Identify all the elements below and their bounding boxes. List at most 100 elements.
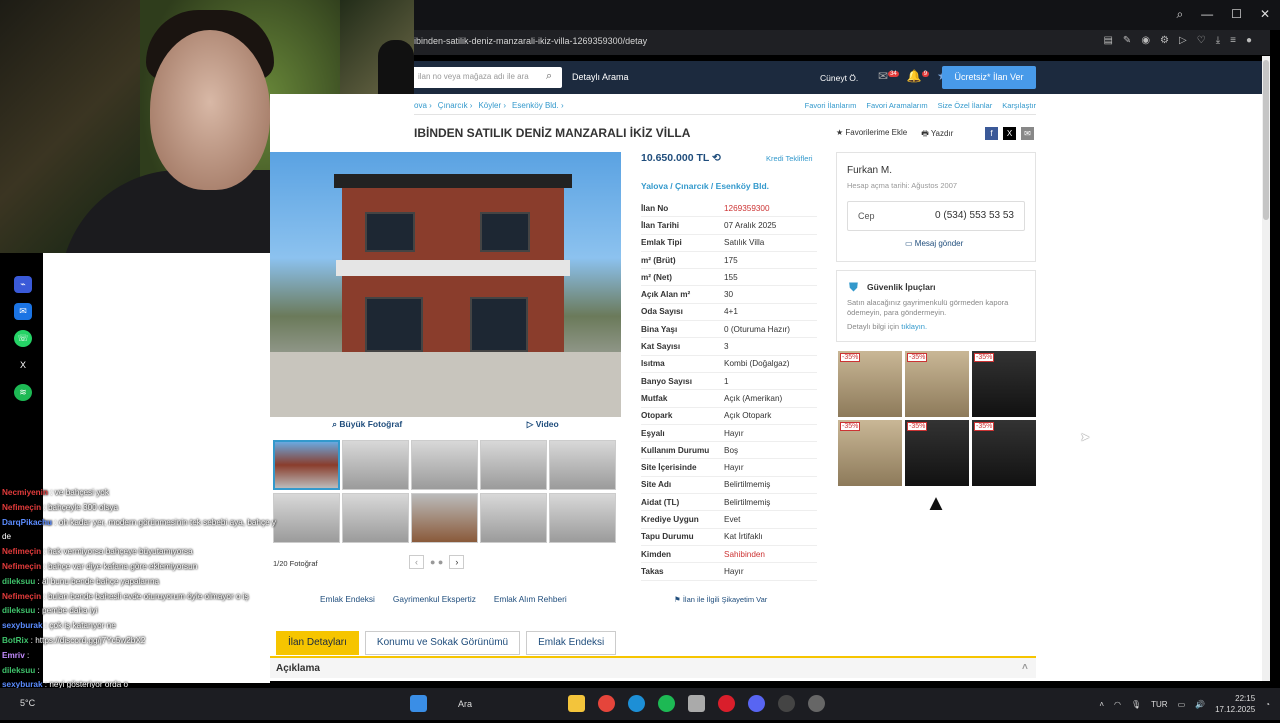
thumbnail[interactable] — [273, 493, 340, 543]
detailed-search-link[interactable]: Detaylı Arama — [572, 72, 629, 82]
ad-item[interactable]: -35% — [838, 351, 902, 417]
user-menu[interactable]: Cüneyt Ö. — [820, 73, 858, 83]
search-input[interactable]: ilan no veya mağaza adı ile ara — [418, 72, 529, 81]
settings-icon[interactable]: ⚙ — [1160, 35, 1169, 46]
thumbnail[interactable] — [480, 493, 547, 543]
x-icon[interactable]: X — [1003, 127, 1016, 140]
chat-username[interactable]: dileksuu — [2, 666, 35, 675]
location-links[interactable]: Yalova / Çınarcık / Esenköy Bld. — [641, 181, 769, 191]
messages-icon[interactable]: ✉ 34 — [878, 69, 899, 83]
close-button[interactable]: ✕ — [1260, 7, 1270, 22]
minimize-button[interactable]: — — [1201, 7, 1213, 22]
description-header[interactable]: Açıklama ˄ — [270, 656, 1036, 678]
profile-avatar[interactable]: ● — [1246, 35, 1252, 46]
video-button[interactable]: ▷ Video — [527, 419, 559, 437]
wifi-icon[interactable]: ◠ — [1114, 700, 1121, 709]
breadcrumb-item[interactable]: ova › — [414, 101, 432, 110]
scrollbar-thumb[interactable] — [1263, 60, 1269, 220]
obs-icon[interactable] — [778, 695, 795, 712]
chat-username[interactable]: Nefimeçin — [2, 503, 41, 512]
chat-username[interactable]: Necmiyenin — [2, 488, 48, 497]
thumbnail[interactable] — [342, 440, 409, 490]
buying-guide-link[interactable]: Emlak Alım Rehberi — [494, 594, 567, 604]
thumbnail[interactable] — [342, 493, 409, 543]
ad-item[interactable]: -35% — [905, 351, 969, 417]
search-box[interactable]: ilan no veya mağaza adı ile ara ⌕ — [414, 67, 562, 88]
tab-real-estate-index[interactable]: Emlak Endeksi — [526, 631, 617, 655]
language-indicator[interactable]: TUR — [1151, 700, 1167, 709]
ad-item[interactable]: -35% — [972, 351, 1036, 417]
tab-location[interactable]: Konumu ve Sokak Görünümü — [364, 631, 521, 655]
windows-start-icon[interactable] — [410, 695, 427, 712]
ad-item[interactable]: -35% — [905, 420, 969, 486]
send-message-button[interactable]: ▭ Mesaj gönder — [905, 239, 963, 248]
thumbnail[interactable] — [273, 440, 340, 490]
credit-offers-link[interactable]: Kredi Teklifleri — [766, 154, 813, 163]
mail-icon[interactable]: ✉ — [1021, 127, 1034, 140]
big-photo-button[interactable]: ⌕ Büyük Fotoğraf — [332, 419, 402, 437]
thumbnail[interactable] — [411, 440, 478, 490]
breadcrumb-item[interactable]: Köyler › — [478, 101, 506, 110]
file-explorer-icon[interactable] — [568, 695, 585, 712]
menu-icon[interactable]: ≡ — [1230, 35, 1236, 46]
chrome-icon[interactable] — [598, 695, 615, 712]
play-icon[interactable]: ▷ — [1179, 35, 1187, 46]
ad-banner[interactable]: -35% -35% -35% -35% -35% -35% — [838, 351, 1036, 486]
real-estate-index-link[interactable]: Emlak Endeksi — [320, 594, 375, 604]
phone-number[interactable]: 0 (534) 553 53 53 — [935, 210, 1014, 221]
mic-icon[interactable]: 🎙 — [1131, 700, 1141, 709]
weather-widget[interactable]: 5°C — [20, 698, 35, 708]
complaint-link[interactable]: ⚑ İlan ile İlgili Şikayetim Var — [674, 595, 767, 604]
add-favorite-button[interactable]: ★ Favorilerime Ekle — [836, 128, 907, 142]
next-page-button[interactable]: › — [449, 555, 465, 569]
clock[interactable]: 22:15 17.12.2025 — [1215, 693, 1255, 715]
heart-icon[interactable]: ♡ — [1197, 35, 1206, 46]
url-text[interactable]: ibinden-satilik-deniz-manzarali-ikiz-vil… — [414, 36, 647, 46]
taskbar-search[interactable]: Ara — [434, 693, 549, 715]
volume-icon[interactable]: 🔊 — [1195, 700, 1205, 709]
thumbnail[interactable] — [549, 440, 616, 490]
network-icon[interactable]: ▭ — [1178, 700, 1186, 709]
tab-listing-details[interactable]: İlan Detayları — [276, 631, 359, 655]
settings-icon[interactable] — [808, 695, 825, 712]
thumbnail[interactable] — [549, 493, 616, 543]
edge-icon[interactable] — [628, 695, 645, 712]
reader-icon[interactable]: ▤ — [1103, 35, 1112, 46]
spotify-icon[interactable] — [658, 695, 675, 712]
favorite-listings-link[interactable]: Favori İlanlarım — [805, 101, 857, 110]
compare-link[interactable]: Karşılaştır — [1002, 101, 1036, 110]
prev-page-button[interactable]: ‹ — [409, 555, 424, 569]
chevron-up-icon[interactable]: ˄ — [1099, 700, 1104, 709]
collapse-icon[interactable]: ˄ — [1022, 662, 1028, 673]
ad-item[interactable]: -35% — [972, 420, 1036, 486]
maximize-button[interactable]: ☐ — [1231, 7, 1242, 22]
search-icon[interactable]: ⌕ — [1176, 7, 1183, 22]
chat-username[interactable]: Nefimeçin — [2, 592, 41, 601]
thumbnail[interactable] — [411, 493, 478, 543]
ad-item[interactable]: -35% — [838, 420, 902, 486]
chat-username[interactable]: Nefimeçin — [2, 547, 41, 556]
discord-icon[interactable] — [748, 695, 765, 712]
chat-username[interactable]: Nefimeçin — [2, 562, 41, 571]
special-listings-link[interactable]: Size Özel İlanlar — [938, 101, 993, 110]
favorite-searches-link[interactable]: Favori Aramalarım — [866, 101, 927, 110]
address-bar[interactable]: ibinden-satilik-deniz-manzarali-ikiz-vil… — [414, 30, 1270, 55]
app-icon[interactable] — [688, 695, 705, 712]
notification-icon[interactable]: ◔ — [1265, 700, 1270, 709]
facebook-icon[interactable]: f — [985, 127, 998, 140]
chat-username[interactable]: BotRix — [2, 636, 28, 645]
appraisal-link[interactable]: Gayrimenkul Ekspertiz — [393, 594, 476, 604]
print-button[interactable]: 🖶 Yazdır — [921, 128, 953, 142]
download-icon[interactable]: ⤓ — [1216, 35, 1220, 46]
breadcrumb-item[interactable]: Esenköy Bld. › — [512, 101, 564, 110]
chat-username[interactable]: dileksuu — [2, 606, 35, 615]
camera-icon[interactable]: ◉ — [1141, 35, 1150, 46]
chat-username[interactable]: dileksuu — [2, 577, 35, 586]
thumbnail[interactable] — [480, 440, 547, 490]
breadcrumb-item[interactable]: Çınarcık › — [438, 101, 473, 110]
history-icon[interactable]: ⟲ — [712, 152, 721, 164]
post-ad-button[interactable]: Ücretsiz* İlan Ver — [942, 66, 1036, 89]
chat-username[interactable]: DarqPikachu — [2, 518, 52, 527]
search-icon[interactable]: ⌕ — [546, 70, 552, 83]
chat-username[interactable]: Emriv — [2, 651, 25, 660]
